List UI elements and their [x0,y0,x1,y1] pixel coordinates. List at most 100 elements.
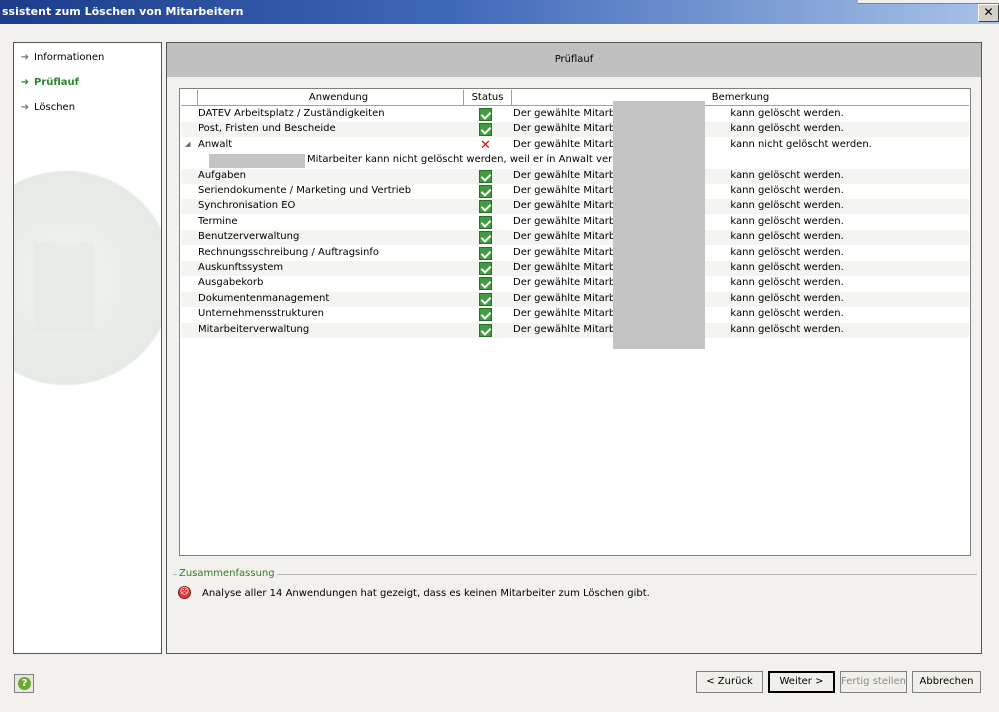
cell-anwendung: Dokumentenmanagement [198,292,330,304]
table-row[interactable]: Mitarbeiterverwaltung Der gewählte Mitarb… [181,322,969,338]
check-icon [479,108,492,121]
finish-button[interactable]: Fertig stellen [840,671,907,693]
collapse-icon[interactable]: ◢ [185,140,190,148]
table-row[interactable]: ◢ Anwalt ✕ Der gewählte Mitarbeiter kann nic… [181,138,969,153]
check-icon [479,200,492,214]
background-decoration [34,243,94,333]
cell-anwendung: Seriendokumente / Marketing und Vertrieb [198,185,412,196]
column-header-bemerkung[interactable]: Bemerkung [511,90,969,106]
status-cell [479,108,493,121]
nav-item-label: Informationen [34,51,105,63]
cell-anwendung: Post, Fristen und Bescheide [198,123,336,135]
detail-text: Mitarbeiter kann nicht gelöscht werden, … [307,154,663,166]
status-cell [479,246,493,260]
table-row[interactable]: DATEV Arbeitsplatz / Zuständigkeiten Der … [181,107,969,122]
status-cell [479,323,493,337]
check-icon [479,169,492,183]
status-cell [479,292,493,306]
summary-text: Analyse aller 14 Anwendungen hat gezeigt… [202,588,650,599]
remark-text: kann gelöscht werden. [730,246,844,258]
help-icon: ? [18,677,31,690]
main-panel: Prüflauf Anwendung Status Bemerkung DATE… [166,42,982,654]
help-button[interactable]: ? [14,674,34,693]
cell-anwendung: Mitarbeiterverwaltung [198,323,310,335]
status-cell [479,169,493,183]
remark-text: kann gelöscht werden. [730,108,844,119]
check-icon [479,277,492,291]
remark-text: kann gelöscht werden. [730,123,844,135]
results-grid[interactable]: Anwendung Status Bemerkung DATEV Arbeits… [179,88,971,556]
check-icon [479,231,492,245]
remark-text: kann gelöscht werden. [730,308,844,320]
remark-text: kann gelöscht werden. [730,292,844,304]
grid-header: Anwendung Status Bemerkung [181,90,969,106]
status-cell [479,123,493,137]
column-header-anwendung[interactable]: Anwendung [197,90,479,106]
error-x-icon: ✕ [480,137,491,153]
nav-item-label: Prüflauf [34,76,80,88]
check-icon [479,185,492,198]
page-title: Prüflauf [554,54,594,65]
detail-row: Mitarbeiter kann nicht gelöscht werden, … [181,153,969,169]
remark-text: kann gelöscht werden. [730,323,844,335]
check-icon [479,323,492,337]
table-row[interactable]: Termine Der gewählte Mitarbeiter kann gelö… [181,215,969,230]
status-cell [479,262,493,275]
summary-divider [173,574,977,575]
cell-anwendung: DATEV Arbeitsplatz / Zuständigkeiten [198,108,385,119]
remark-text: kann gelöscht werden. [730,169,844,181]
nav-item-1[interactable]: ➜ Informationen [20,50,105,64]
redacted-name [209,154,305,169]
check-icon [479,262,492,275]
table-row[interactable]: Seriendokumente / Marketing und Vertrieb… [181,184,969,199]
status-cell [479,277,493,291]
status-cell [479,231,493,245]
table-row[interactable]: Dokumentenmanagement Der gewählte Mitarbe… [181,291,969,307]
status-cell [479,200,493,214]
arrow-right-icon: ➜ [20,76,30,88]
status-cell: ✕ [479,139,493,152]
cell-anwendung: Synchronisation EO [198,200,296,212]
remark-text: kann gelöscht werden. [730,277,844,289]
status-cell [479,185,493,198]
check-icon [479,123,492,137]
window-title: ssistent zum Löschen von Mitarbeitern [2,5,244,18]
table-row[interactable]: Auskunftssystem Der gewählte Mitarbeiter k… [181,261,969,276]
check-icon [479,215,492,229]
status-cell [479,215,493,229]
back-button[interactable]: < Zurück [696,671,763,693]
table-row[interactable]: Rechnungsschreibung / Auftragsinfo Der ge… [181,246,969,261]
table-row[interactable]: Unternehmensstrukturen Der gewählte Mitar… [181,307,969,322]
remark-text: kann gelöscht werden. [730,215,844,227]
summary-legend: Zusammenfassung [177,568,277,579]
nav-item-label: Löschen [34,101,76,113]
nav-item-3[interactable]: ➜ Löschen [20,100,75,114]
remark-text: kann gelöscht werden. [730,185,844,196]
cell-anwendung: Benutzerverwaltung [198,231,300,243]
cell-anwendung: Auskunftssystem [198,262,284,273]
cell-anwendung: Termine [198,215,238,227]
summary-group: Zusammenfassung ☹ Analyse aller 14 Anwen… [173,567,977,627]
column-header-status[interactable]: Status [463,90,511,106]
table-row[interactable]: Ausgabekorb Der gewählte Mitarbeiter kann … [181,276,969,291]
cell-anwendung: Unternehmensstrukturen [198,308,324,320]
table-row[interactable]: Synchronisation EO Der gewählte Mitarbeit… [181,199,969,215]
remark-text: kann gelöscht werden. [730,231,844,243]
status-cell [479,308,493,322]
cell-anwendung: Anwalt [198,138,233,150]
page-header: Prüflauf [167,43,981,77]
next-button[interactable]: Weiter > [768,671,835,693]
table-row[interactable]: Benutzerverwaltung Der gewählte Mitarbeit… [181,230,969,246]
cancel-button[interactable]: Abbrechen [912,671,981,693]
close-button[interactable]: ✕ [978,4,999,22]
arrow-right-icon: ➜ [20,101,30,113]
sad-face-icon: ☹ [178,586,191,599]
table-row[interactable]: Aufgaben Der gewählte Mitarbeiter kann gel… [181,168,969,184]
nav-item-2[interactable]: ➜ Prüflauf [20,75,79,89]
check-icon [479,292,492,306]
table-row[interactable]: Post, Fristen und Bescheide Der gewählte … [181,122,969,138]
remark-text: kann nicht gelöscht werden. [730,138,872,150]
cell-anwendung: Ausgabekorb [198,277,264,289]
cell-anwendung: Aufgaben [198,169,247,181]
redacted-area [613,101,705,349]
